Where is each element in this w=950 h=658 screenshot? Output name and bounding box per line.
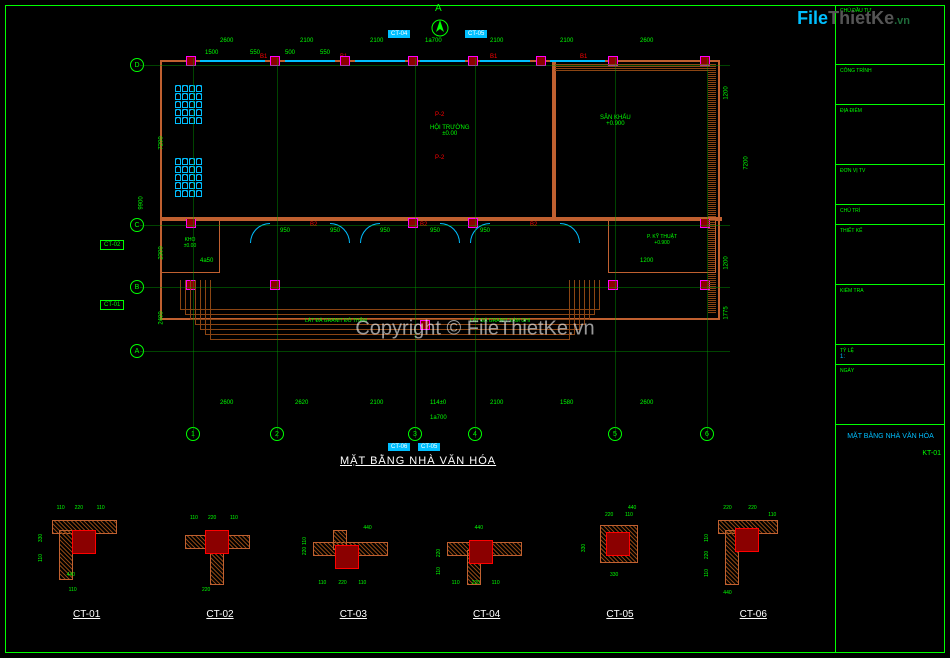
dim-bot-3: 2100 <box>370 400 383 406</box>
door-4 <box>440 223 460 243</box>
north-label: A <box>435 3 442 14</box>
dim-right-1: 1200 <box>724 86 730 99</box>
dim-in-2: 950 <box>330 228 340 234</box>
dim-ts-1: 1500 <box>205 50 218 56</box>
dim-top-3: 2100 <box>370 38 383 44</box>
lower-rooms: KHO ±0.00 P. KỸ THUẬT +0.900 <box>160 218 720 278</box>
beam-p2b: P-2 <box>435 155 444 161</box>
dim-ts-4: 550 <box>320 50 330 56</box>
tb-checker: KIỂM TRA <box>836 285 945 345</box>
seat-block-8 <box>175 85 202 124</box>
title-block: CHỦ ĐẦU TƯ CÔNG TRÌNH ĐỊA ĐIỂM ĐƠN VỊ TV… <box>835 5 945 653</box>
seat-block-b8 <box>175 158 202 197</box>
beam-p2: P-2 <box>435 112 444 118</box>
detail-ct02: 110 220 110 220 CT-02 <box>160 490 280 630</box>
ct-marker-04: CT-04 <box>388 30 410 38</box>
detail-ct06: 220 220 110 440 110 220 110 CT-06 <box>693 490 813 630</box>
detail-ct05: 220 110 440 330 330 CT-05 <box>560 490 680 630</box>
detail-ct01: 110 220 110 440 110 330 110 CT-01 <box>27 490 147 630</box>
hall-area <box>170 70 550 220</box>
dim-bot-2: 2620 <box>295 400 308 406</box>
gl-b <box>140 287 730 288</box>
tb-consultant: ĐƠN VỊ TV <box>836 165 945 205</box>
window-top-1 <box>200 60 265 62</box>
dim-right-2: 1200 <box>724 256 730 269</box>
dim-top-6: 2100 <box>560 38 573 44</box>
plan-title: MẶT BẰNG NHÀ VĂN HÓA <box>340 455 496 467</box>
gl-1 <box>193 58 194 438</box>
gl-6 <box>707 58 708 438</box>
door-1 <box>250 223 270 243</box>
door-3 <box>360 223 380 243</box>
logo-part3: .vn <box>894 15 910 27</box>
tb-chief: CHỦ TRÌ <box>836 205 945 225</box>
gl-d <box>140 65 730 66</box>
dim-bot-1: 2600 <box>220 400 233 406</box>
detail-ct04: 440 110 220 110 220 110 CT-04 <box>427 490 547 630</box>
dim-in-4: 950 <box>430 228 440 234</box>
dim-bot-main: 1a700 <box>430 415 447 421</box>
window-top-3 <box>355 60 405 62</box>
ct-marker-05b: CT-05 <box>418 443 440 451</box>
dim-ts-2: 550 <box>250 50 260 56</box>
ct-marker-05a: CT-05 <box>465 30 487 38</box>
window-top-4 <box>420 60 465 62</box>
watermark: Copyright © FileThietKe.vn <box>355 318 594 341</box>
gl-a <box>140 351 730 352</box>
gl-c <box>140 225 730 226</box>
gl-3 <box>415 58 416 438</box>
dim-top-4: 1a700 <box>425 38 442 44</box>
tb-date: NGÀY <box>836 365 945 425</box>
gl-4 <box>475 58 476 438</box>
dim-top-1: 2600 <box>220 38 233 44</box>
tb-sheet-title: MẶT BẰNG NHÀ VĂN HÓA <box>836 425 945 448</box>
dim-in-1: 950 <box>280 228 290 234</box>
logo-part1: File <box>797 8 828 28</box>
hall-label: HỘI TRƯỜNG ±0.00 <box>430 125 470 137</box>
dim-right-total: 7200 <box>744 156 750 169</box>
kho-label: KHO ±0.00 <box>161 237 219 249</box>
dim-kt: 1200 <box>640 258 653 264</box>
dim-bot-6: 1580 <box>560 400 573 406</box>
gl-5 <box>615 58 616 438</box>
tb-designer: THIẾT KẾ <box>836 225 945 285</box>
window-top-5 <box>480 60 530 62</box>
ct-marker-01: CT-01 <box>100 300 124 310</box>
site-logo: FileThietKe.vn <box>797 8 910 29</box>
dim-bot-5: 2100 <box>490 400 503 406</box>
column-details: 110 220 110 440 110 330 110 CT-01 110 22… <box>20 490 820 640</box>
dim-left-2: 2300 <box>159 246 165 259</box>
door-6 <box>560 223 580 243</box>
tb-location: ĐỊA ĐIỂM <box>836 105 945 165</box>
dim-top-5: 2100 <box>490 38 503 44</box>
window-top-6 <box>550 60 605 62</box>
dim-left-total: 9900 <box>139 196 145 209</box>
dim-top-7: 2600 <box>640 38 653 44</box>
detail-ct03: 440 110 220 110 220 110 CT-03 <box>293 490 413 630</box>
ct-marker-02: CT-02 <box>100 240 124 250</box>
column-b5 <box>608 280 618 290</box>
window-top-2 <box>285 60 335 62</box>
dim-in-5: 950 <box>480 228 490 234</box>
ct-marker-06b: CT-06 <box>388 443 410 451</box>
dim-in-3: 950 <box>380 228 390 234</box>
dim-left-3: 7200 <box>159 136 165 149</box>
tb-sheet-no: KT-01 <box>836 448 945 459</box>
dim-right-3: 1775 <box>724 306 730 319</box>
tb-scale: TỶ LỆ 1: <box>836 345 945 365</box>
dim-top-2: 2100 <box>300 38 313 44</box>
dim-bot-4: 114±0 <box>430 400 446 406</box>
tb-project: CÔNG TRÌNH <box>836 65 945 105</box>
dim-left-1: 2400 <box>159 311 165 324</box>
dim-bot-7: 2600 <box>640 400 653 406</box>
gl-2 <box>277 58 278 438</box>
dim-kho: 4a50 <box>200 258 213 264</box>
kythuat-label: P. KỸ THUẬT +0.900 <box>609 234 715 246</box>
logo-part2: ThietKe <box>828 8 894 28</box>
dim-ts-3: 500 <box>285 50 295 56</box>
